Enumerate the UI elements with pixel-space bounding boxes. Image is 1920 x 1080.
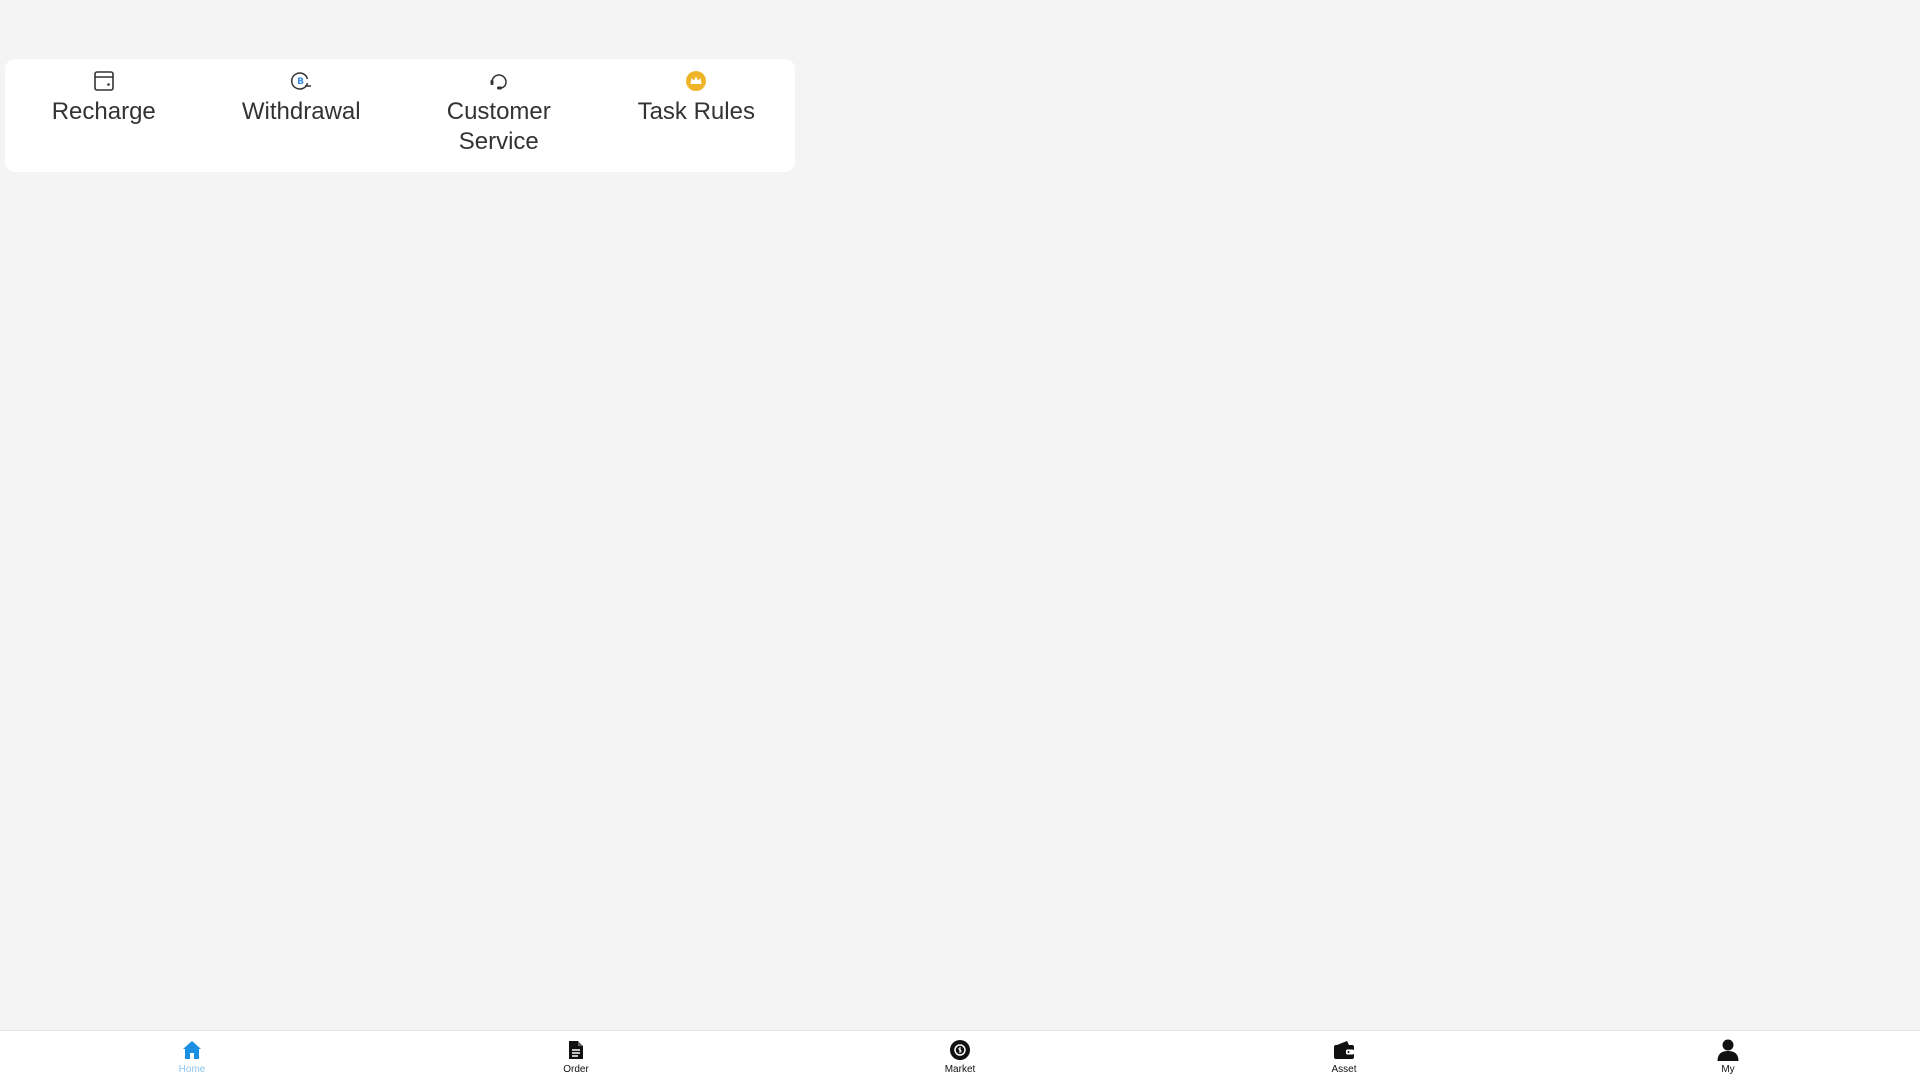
quick-actions-card: Recharge B Withdrawal Customer Service T… <box>5 59 795 172</box>
crown-icon <box>685 70 707 92</box>
wallet-card-icon <box>93 70 115 92</box>
wallet-icon <box>1331 1037 1357 1063</box>
market-icon <box>947 1037 973 1063</box>
customer-service-label: Customer Service <box>446 98 551 155</box>
withdrawal-label: Withdrawal <box>241 98 361 125</box>
nav-market-label: Market <box>944 1064 976 1075</box>
withdrawal-button[interactable]: B Withdrawal <box>203 59 401 172</box>
bitcoin-withdraw-icon: B <box>290 70 312 92</box>
bottom-navigation: Home Order Market Asset My <box>0 1030 1920 1080</box>
nav-my-label: My <box>1721 1064 1735 1075</box>
recharge-label: Recharge <box>51 98 156 125</box>
nav-home-label: Home <box>178 1064 206 1075</box>
nav-my[interactable]: My <box>1536 1031 1920 1080</box>
task-rules-button[interactable]: Task Rules <box>598 59 796 172</box>
customer-service-button[interactable]: Customer Service <box>400 59 598 172</box>
nav-order[interactable]: Order <box>384 1031 768 1080</box>
document-icon <box>563 1037 589 1063</box>
nav-order-label: Order <box>563 1064 589 1075</box>
task-rules-label: Task Rules <box>637 98 755 125</box>
user-icon <box>1715 1037 1741 1063</box>
home-icon <box>179 1037 205 1063</box>
headset-icon <box>488 70 510 92</box>
recharge-button[interactable]: Recharge <box>5 59 203 172</box>
nav-asset-label: Asset <box>1331 1064 1357 1075</box>
svg-text:B: B <box>297 77 304 87</box>
nav-home[interactable]: Home <box>0 1031 384 1080</box>
nav-market[interactable]: Market <box>768 1031 1152 1080</box>
home-page: Recharge B Withdrawal Customer Service T… <box>0 0 1920 1080</box>
nav-asset[interactable]: Asset <box>1152 1031 1536 1080</box>
